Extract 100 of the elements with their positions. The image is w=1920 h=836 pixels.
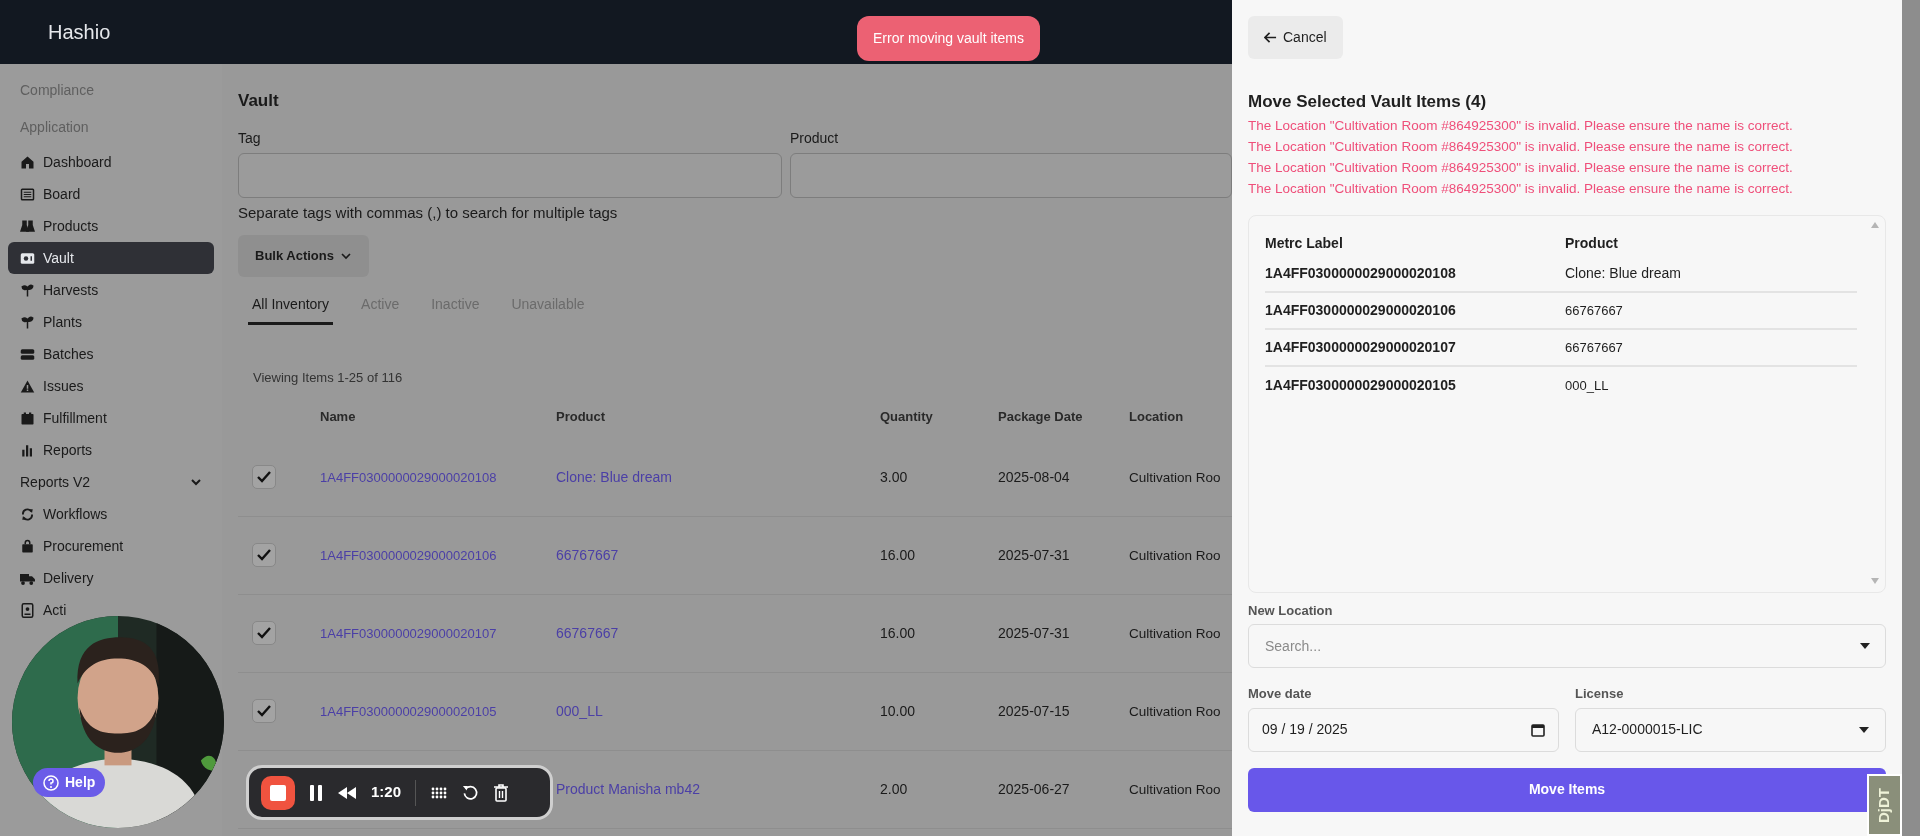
table-cell: 2025-07-15: [998, 703, 1070, 719]
checkbox[interactable]: [252, 465, 276, 489]
table-cell: Cultivation Roo: [1129, 548, 1221, 563]
warning-icon: [20, 378, 35, 394]
check-icon: [256, 703, 272, 719]
table-cell: 2025-08-04: [998, 469, 1070, 485]
sidebar-item[interactable]: Acti: [8, 594, 79, 626]
field-label: Product: [790, 129, 840, 148]
hint-text: Separate tags with commas (,) to search for multiple tags: [238, 203, 619, 223]
refresh-icon: [20, 506, 35, 522]
check-icon: [256, 625, 272, 641]
home-icon: [20, 154, 35, 170]
table-cell: 000_LL: [1565, 378, 1609, 393]
error-message: The Location "Cultivation Room #864925300" is invalid. Please ensure the name is correct.: [1248, 158, 1794, 177]
column-header: Location: [1129, 408, 1184, 424]
column-header: Quantity: [880, 408, 933, 424]
arrow-left-icon: [1264, 31, 1277, 44]
tab[interactable]: All Inventory: [248, 286, 334, 325]
calendar-icon: [1531, 722, 1545, 737]
table-cell: 66767667: [1565, 303, 1623, 318]
field-label: New Location: [1248, 601, 1334, 620]
column-header: Package Date: [998, 408, 1083, 424]
sidebar-item[interactable]: Batches: [8, 338, 106, 370]
recording-time: 1:20: [371, 782, 402, 803]
table-cell: 2025-07-31: [998, 625, 1070, 641]
table-cell: Cultivation Roo: [1129, 470, 1221, 485]
error-message: The Location "Cultivation Room #864925300" is invalid. Please ensure the name is correct.: [1248, 116, 1794, 135]
table-cell: 16.00: [880, 547, 916, 563]
field-label: Tag: [238, 129, 262, 148]
restart-icon[interactable]: [462, 784, 480, 801]
sidebar-item[interactable]: Reports V2: [8, 466, 214, 498]
caret-down-icon: [1859, 726, 1869, 733]
table-cell: 2025-06-27: [998, 781, 1070, 797]
question-circle-icon: [43, 774, 59, 791]
column-header: Product: [556, 408, 606, 424]
table-cell: 3.00: [880, 469, 908, 485]
table-cell: 2.00: [880, 781, 908, 797]
help-button[interactable]: Help: [33, 768, 106, 797]
table-cell: 16.00: [880, 625, 916, 641]
sidebar-item[interactable]: Plants: [8, 306, 94, 338]
error-toast: Error moving vault items: [857, 16, 1040, 61]
server-icon: [20, 346, 35, 362]
table-cell: 1A4FF0300000029000020107: [1265, 339, 1456, 355]
sidebar-item[interactable]: Procurement: [8, 530, 136, 562]
check-icon: [256, 547, 272, 563]
table-cell: Cultivation Roo: [1129, 782, 1221, 797]
table-cell: 1A4FF0300000029000020108: [1265, 265, 1456, 281]
field-label: License: [1575, 685, 1625, 703]
table-cell: Cultivation Roo: [1129, 626, 1221, 641]
pause-icon[interactable]: [309, 783, 323, 802]
sidebar-item[interactable]: Delivery: [8, 562, 106, 594]
sidebar-item[interactable]: Products: [8, 210, 111, 242]
column-header: Name: [320, 408, 356, 424]
location-select[interactable]: Search...: [1248, 624, 1886, 668]
error-message: The Location "Cultivation Room #864925300" is invalid. Please ensure the name is correct.: [1248, 179, 1794, 198]
sidebar-item[interactable]: Fulfillment: [8, 402, 119, 434]
caret-down-icon: [1860, 643, 1870, 649]
app-logo-text[interactable]: Hashio: [48, 17, 111, 47]
bag-icon: [20, 538, 35, 554]
checkbox[interactable]: [252, 699, 276, 723]
column-header: Metrc Label: [1265, 234, 1343, 251]
sidebar-item[interactable]: Issues: [8, 370, 96, 402]
sidebar-item[interactable]: Dashboard: [8, 146, 124, 178]
sidebar-item[interactable]: Vault: [8, 242, 214, 274]
checkbox[interactable]: [252, 543, 276, 567]
flask-icon: [20, 218, 35, 234]
table-cell: 66767667: [1565, 340, 1623, 355]
product-field[interactable]: [790, 153, 1232, 198]
scrollbar[interactable]: [1902, 0, 1920, 836]
sidebar-item[interactable]: Board: [8, 178, 93, 210]
table-cell: 2025-07-31: [998, 547, 1070, 563]
error-message: The Location "Cultivation Room #864925300" is invalid. Please ensure the name is correct.: [1248, 137, 1794, 156]
item-count-text: Viewing Items 1-25 of 116: [253, 369, 403, 385]
badge-icon: [20, 602, 35, 618]
tag-field[interactable]: [238, 153, 782, 198]
list-icon: [20, 186, 35, 202]
field-label: Move date: [1248, 685, 1313, 703]
table-cell: 1A4FF0300000029000020105: [1265, 377, 1456, 393]
cancel-button[interactable]: Cancel: [1248, 16, 1343, 59]
sidebar-item[interactable]: Workflows: [8, 498, 120, 530]
safe-icon: [20, 250, 35, 266]
date-field[interactable]: 09 / 19 / 2025: [1248, 707, 1559, 752]
box-icon: [20, 410, 35, 426]
trash-icon[interactable]: [493, 783, 510, 802]
panel-title: Move Selected Vault Items (4): [1248, 91, 1488, 113]
checkbox[interactable]: [252, 621, 276, 645]
sidebar-item[interactable]: Reports: [8, 434, 105, 466]
table-cell: Cultivation Roo: [1129, 704, 1221, 719]
table-cell: 10.00: [880, 703, 916, 719]
bulk-actions-button[interactable]: Bulk Actions: [238, 234, 369, 277]
rewind-icon[interactable]: [337, 785, 357, 800]
check-icon: [256, 469, 272, 485]
stop-button[interactable]: [261, 775, 295, 810]
bar-chart-icon: [20, 442, 35, 458]
license-select[interactable]: A12-0000015-LIC: [1575, 707, 1886, 752]
sidebar-item[interactable]: Harvests: [8, 274, 111, 306]
sprout-icon: [20, 314, 35, 330]
page-title: Vault: [238, 90, 280, 112]
table-cell: Clone: Blue dream: [1565, 265, 1681, 281]
sprout-icon: [20, 282, 35, 298]
